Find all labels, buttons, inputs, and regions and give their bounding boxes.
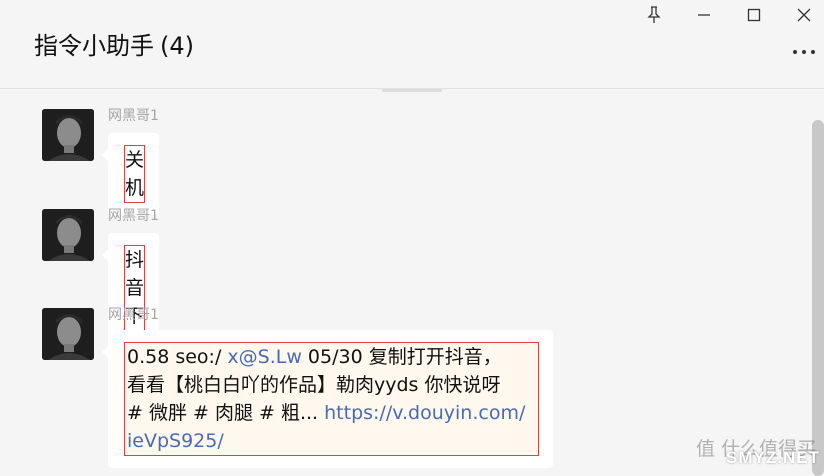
pin-button[interactable] [640, 2, 668, 28]
mention-link[interactable]: x@S.Lw [227, 346, 301, 368]
minimize-button[interactable] [690, 2, 718, 28]
message-line: # 微胖 # 肉腿 # 粗... https://v.douyin.com/ [127, 399, 536, 427]
message-line: ieVpS925/ [127, 427, 536, 455]
title-bar: 指令小助手 (4) [0, 0, 824, 89]
sender-name: 网黑哥1 [108, 307, 159, 323]
text-segment: 05/30 复制打开抖音， [301, 346, 502, 368]
close-button[interactable] [790, 2, 818, 28]
drag-handle[interactable] [382, 89, 442, 92]
chat-title-text: 指令小助手 [34, 32, 154, 60]
member-count: (4) [160, 32, 194, 60]
sender-name: 网黑哥1 [108, 108, 159, 124]
message-line: 0.58 seo:/ x@S.Lw 05/30 复制打开抖音， [127, 343, 536, 371]
maximize-button[interactable] [740, 2, 768, 28]
minimize-icon [698, 14, 710, 16]
text-segment: 0.58 seo:/ [127, 346, 228, 368]
pin-icon [647, 6, 661, 23]
url-link[interactable]: https://v.douyin.com/ [324, 402, 525, 424]
avatar[interactable] [42, 308, 94, 360]
message-bubble[interactable]: 关机 [101, 133, 160, 215]
more-button[interactable] [790, 42, 818, 62]
message-bubble[interactable]: 0.58 seo:/ x@S.Lw 05/30 复制打开抖音， 看看【桃白白吖的… [102, 330, 553, 468]
close-icon [797, 8, 811, 22]
chat-title: 指令小助手 (4) [34, 26, 194, 61]
url-link[interactable]: ieVpS925/ [127, 430, 224, 452]
sender-name: 网黑哥1 [108, 208, 159, 224]
text-segment: # 微胖 # 肉腿 # 粗... [127, 402, 325, 424]
message-list[interactable]: 网黑哥1 关机 网黑哥1 抖音下载 [0, 89, 824, 476]
message-text: 0.58 seo:/ x@S.Lw 05/30 复制打开抖音， 看看【桃白白吖的… [124, 342, 539, 456]
vertical-scrollbar[interactable] [812, 120, 824, 476]
avatar[interactable] [42, 209, 94, 261]
maximize-icon [747, 8, 761, 22]
message-line: 看看【桃白白吖的作品】勒肉yyds 你快说呀 [127, 374, 501, 396]
avatar[interactable] [42, 109, 94, 161]
message-text: 关机 [124, 145, 146, 203]
more-icon [793, 50, 815, 54]
